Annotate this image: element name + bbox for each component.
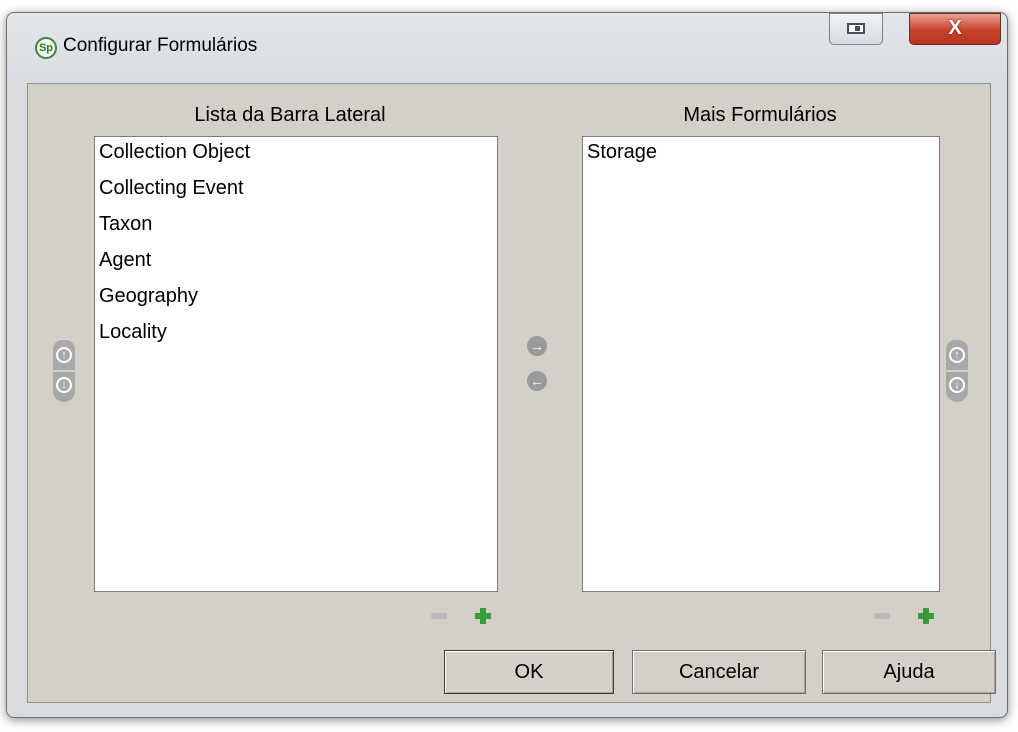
right-reorder-controls: ↑ ↓ xyxy=(946,340,968,402)
dialog-content: Lista da Barra Lateral ↑ ↓ Collection Ob… xyxy=(27,83,996,703)
move-up-icon[interactable]: ↑ xyxy=(56,347,72,363)
minus-icon[interactable] xyxy=(874,613,890,619)
arrow-right-icon[interactable]: → xyxy=(527,336,547,356)
list-item[interactable]: Taxon xyxy=(95,209,497,245)
sidebar-list[interactable]: Collection Object Collecting Event Taxon… xyxy=(94,136,498,592)
cancel-button[interactable]: Cancelar xyxy=(632,650,806,694)
separator xyxy=(946,370,968,372)
left-list-header: Lista da Barra Lateral xyxy=(194,104,386,126)
title-bar[interactable]: Sp Configurar Formulários X xyxy=(7,13,1007,85)
plus-icon[interactable] xyxy=(475,608,491,624)
move-down-icon[interactable]: ↓ xyxy=(56,377,72,393)
left-reorder-controls: ↑ ↓ xyxy=(53,340,75,402)
minus-icon[interactable] xyxy=(431,613,447,619)
list-item[interactable]: Locality xyxy=(95,317,497,353)
restore-icon xyxy=(847,23,865,34)
ok-button[interactable]: OK xyxy=(444,650,614,694)
restore-button[interactable] xyxy=(829,13,883,45)
help-button[interactable]: Ajuda xyxy=(822,650,996,694)
plus-icon[interactable] xyxy=(918,608,934,624)
list-item[interactable]: Collection Object xyxy=(95,137,497,173)
list-item[interactable]: Geography xyxy=(95,281,497,317)
list-item[interactable]: Storage xyxy=(583,137,939,173)
list-item[interactable]: Collecting Event xyxy=(95,173,497,209)
arrow-left-icon[interactable]: ← xyxy=(527,371,547,391)
close-button[interactable]: X xyxy=(909,13,1001,45)
dialog-window: Sp Configurar Formulários X Lista da Bar… xyxy=(6,12,1008,718)
move-up-icon[interactable]: ↑ xyxy=(949,347,965,363)
right-list-header: Mais Formulários xyxy=(683,104,837,126)
more-forms-list[interactable]: Storage xyxy=(582,136,940,592)
window-title: Configurar Formulários xyxy=(63,35,258,56)
move-down-icon[interactable]: ↓ xyxy=(949,377,965,393)
separator xyxy=(53,370,75,372)
specify-app-icon: Sp xyxy=(35,37,57,59)
list-item[interactable]: Agent xyxy=(95,245,497,281)
